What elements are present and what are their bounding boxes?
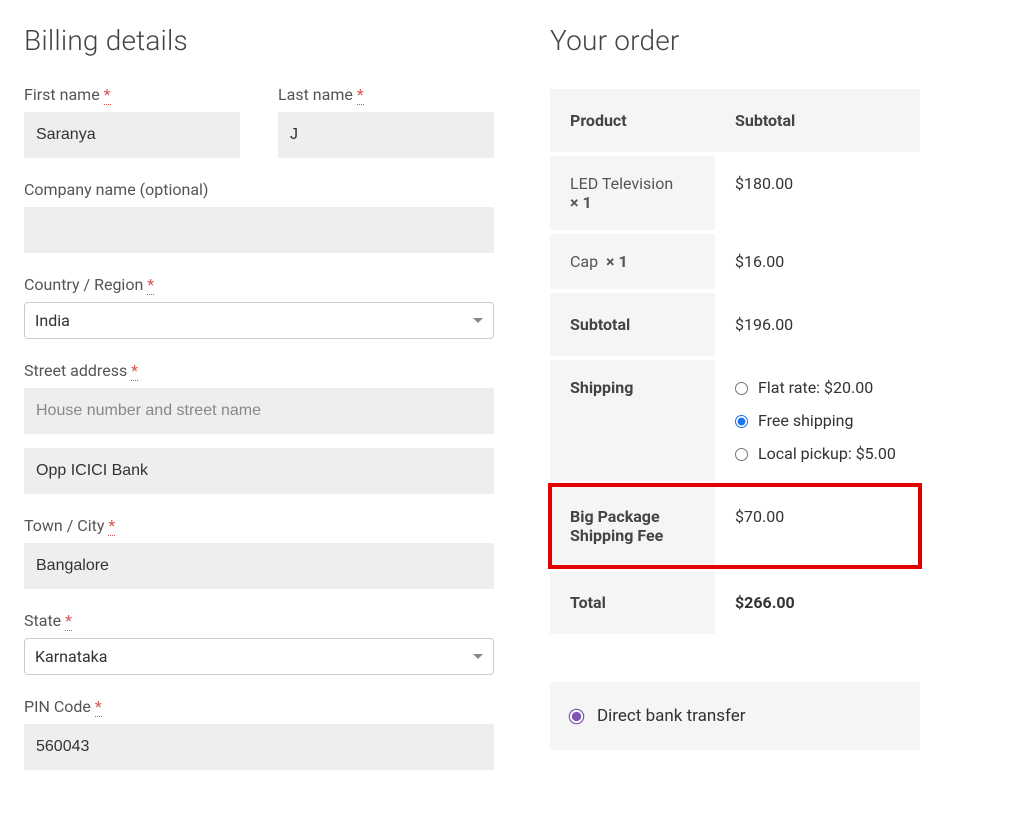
shipping-option[interactable]: Free shipping: [735, 411, 900, 430]
shipping-option[interactable]: Local pickup: $5.00: [735, 444, 900, 463]
big-package-fee-row: Big Package Shipping Fee $70.00: [550, 485, 920, 567]
country-select[interactable]: India: [24, 302, 494, 339]
state-select[interactable]: Karnataka: [24, 638, 494, 675]
company-label: Company name (optional): [24, 180, 494, 199]
city-field-wrap: Town / City *: [24, 516, 494, 589]
country-field-wrap: Country / Region * India: [24, 275, 494, 339]
shipping-label: Shipping: [550, 360, 715, 481]
total-row: Total $266.00: [550, 571, 920, 634]
total-value: $266.00: [715, 571, 920, 634]
payment-option-label: Direct bank transfer: [597, 706, 745, 726]
pin-label: PIN Code *: [24, 697, 494, 716]
pin-field[interactable]: [24, 724, 494, 770]
total-label: Total: [550, 571, 715, 634]
order-item-subtotal: $16.00: [715, 234, 920, 289]
street-label: Street address *: [24, 361, 494, 380]
subtotal-value: $196.00: [715, 293, 920, 356]
order-item-name: Cap × 1: [550, 234, 715, 289]
shipping-radio-free[interactable]: [735, 415, 748, 428]
first-name-field[interactable]: [24, 112, 240, 158]
order-item-subtotal: $180.00: [715, 156, 920, 230]
order-summary-section: Your order Product Subtotal LED Televisi…: [550, 24, 920, 792]
street2-field[interactable]: [24, 448, 494, 494]
order-header-subtotal: Subtotal: [715, 89, 920, 152]
shipping-radio-localpickup[interactable]: [735, 448, 748, 461]
street2-field-wrap: [24, 448, 494, 494]
city-label: Town / City *: [24, 516, 494, 535]
billing-details-section: Billing details First name * Last name *…: [24, 24, 494, 792]
payment-method-box: Direct bank transfer: [550, 682, 920, 750]
order-table: Product Subtotal LED Television× 1 $180.…: [550, 85, 920, 638]
last-name-field[interactable]: [278, 112, 494, 158]
fee-value: $70.00: [715, 485, 920, 567]
order-item-name: LED Television× 1: [550, 156, 715, 230]
country-label: Country / Region *: [24, 275, 494, 294]
billing-title: Billing details: [24, 24, 494, 57]
table-row: Cap × 1 $16.00: [550, 234, 920, 289]
shipping-row: Shipping Flat rate: $20.00 Free shipping: [550, 360, 920, 481]
street-field[interactable]: [24, 388, 494, 434]
subtotal-label: Subtotal: [550, 293, 715, 356]
last-name-field-wrap: Last name *: [278, 85, 494, 158]
shipping-option[interactable]: Flat rate: $20.00: [735, 378, 900, 397]
street-field-wrap: Street address *: [24, 361, 494, 434]
company-field[interactable]: [24, 207, 494, 253]
first-name-field-wrap: First name *: [24, 85, 240, 158]
table-row: LED Television× 1 $180.00: [550, 156, 920, 230]
order-title: Your order: [550, 24, 920, 57]
city-field[interactable]: [24, 543, 494, 589]
first-name-label: First name *: [24, 85, 240, 104]
order-header-product: Product: [550, 89, 715, 152]
shipping-radio-flatrate[interactable]: [735, 382, 748, 395]
last-name-label: Last name *: [278, 85, 494, 104]
subtotal-row: Subtotal $196.00: [550, 293, 920, 356]
state-label: State *: [24, 611, 494, 630]
pin-field-wrap: PIN Code *: [24, 697, 494, 770]
payment-radio-bank-transfer[interactable]: [569, 708, 585, 724]
fee-label: Big Package Shipping Fee: [550, 485, 715, 567]
shipping-options-cell: Flat rate: $20.00 Free shipping Local pi…: [715, 360, 920, 481]
company-field-wrap: Company name (optional): [24, 180, 494, 253]
state-field-wrap: State * Karnataka: [24, 611, 494, 675]
